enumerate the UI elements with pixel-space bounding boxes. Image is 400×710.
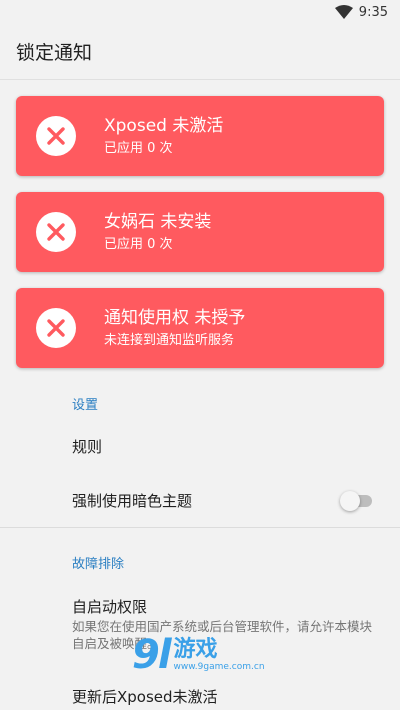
nvwashi-status-card[interactable]: 女娲石 未安装 已应用 0 次 (16, 192, 384, 272)
card-subtitle: 已应用 0 次 (104, 236, 173, 252)
xposed-status-card[interactable]: Xposed 未激活 已应用 0 次 (16, 96, 384, 176)
status-time: 9:35 (358, 4, 388, 20)
troubleshooting-section-header: 故障排除 (72, 557, 125, 572)
card-title: 女娲石 未安装 (104, 211, 212, 232)
card-title: 通知使用权 未授予 (104, 307, 246, 328)
switch-thumb (340, 491, 360, 511)
watermark-glyph: 9l (132, 632, 172, 678)
autostart-permission-item[interactable]: 自启动权限 (72, 596, 147, 617)
update-xposed-item[interactable]: 更新后Xposed未激活 (72, 686, 218, 707)
card-subtitle: 已应用 0 次 (104, 140, 173, 156)
section-divider (0, 527, 400, 528)
card-title: Xposed 未激活 (104, 115, 224, 136)
status-bar: 9:35 (0, 0, 400, 24)
watermark-sub: www.9game.com.cn (173, 662, 265, 672)
app-bar: 锁定通知 (0, 24, 400, 80)
page-title: 锁定通知 (16, 42, 93, 64)
dark-theme-item[interactable]: 强制使用暗色主题 (72, 490, 192, 511)
card-subtitle: 未连接到通知监听服务 (104, 332, 235, 348)
rules-item[interactable]: 规则 (72, 436, 102, 457)
watermark-logo: 9l 游戏 www.9game.com.cn (132, 624, 282, 686)
close-circle-icon (36, 212, 76, 252)
close-circle-icon (36, 116, 76, 156)
settings-section-header: 设置 (72, 398, 99, 413)
watermark-main: 游戏 (173, 637, 218, 662)
wifi-icon (334, 5, 353, 19)
close-circle-icon (36, 308, 76, 348)
notification-access-card[interactable]: 通知使用权 未授予 未连接到通知监听服务 (16, 288, 384, 368)
dark-theme-switch[interactable] (340, 491, 374, 511)
